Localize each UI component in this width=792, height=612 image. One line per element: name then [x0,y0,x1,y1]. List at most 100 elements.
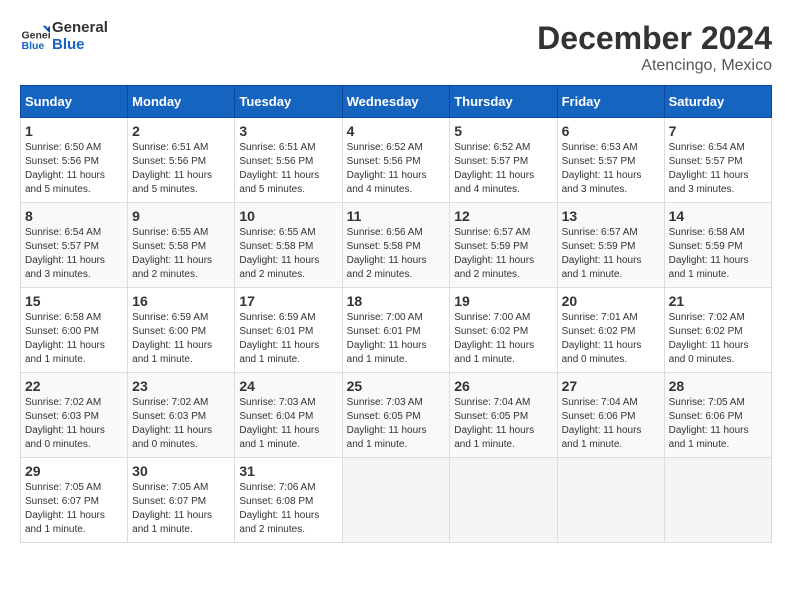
logo: General Blue General Blue [20,20,108,53]
table-row: 21 Sunrise: 7:02 AM Sunset: 6:02 PM Dayli… [664,288,771,373]
table-row: 4Sunrise: 6:52 AM Sunset: 5:56 PM Daylig… [342,118,450,203]
table-row: 11Sunrise: 6:56 AM Sunset: 5:58 PM Dayli… [342,203,450,288]
day-number: 25 [347,378,446,394]
table-row: 31Sunrise: 7:06 AM Sunset: 6:08 PM Dayli… [235,458,342,543]
day-number: 1 [25,123,123,139]
day-number: 16 [132,293,230,309]
day-info: Sunrise: 6:58 AM Sunset: 5:59 PM Dayligh… [669,226,767,282]
day-info: Sunrise: 6:54 AM Sunset: 5:57 PM Dayligh… [25,226,123,282]
table-row: 29 Sunrise: 7:05 AM Sunset: 6:07 PM Dayli… [21,458,128,543]
day-info: Sunrise: 6:50 AM Sunset: 5:56 PM Dayligh… [25,141,123,197]
day-number: 27 [562,378,660,394]
col-friday: Friday [557,86,664,118]
day-info: Sunrise: 6:57 AM Sunset: 5:59 PM Dayligh… [562,226,660,282]
table-row: 1 Sunrise: 6:50 AM Sunset: 5:56 PM Daylig… [21,118,128,203]
table-row: 16 Sunrise: 6:59 AM Sunset: 6:00 PM Dayli… [128,288,235,373]
table-row: 10 Sunrise: 6:55 AM Sunset: 5:58 PM Dayli… [235,203,342,288]
day-number: 3 [239,123,337,139]
day-number: 12 [454,208,552,224]
day-number: 10 [239,208,337,224]
day-number: 2 [132,123,230,139]
day-info: Sunrise: 7:02 AM Sunset: 6:03 PM Dayligh… [132,396,230,452]
table-row: 18Sunrise: 7:00 AM Sunset: 6:01 PM Dayli… [342,288,450,373]
table-row: 19 Sunrise: 7:00 AM Sunset: 6:02 PM Dayli… [450,288,557,373]
day-info: Sunrise: 7:04 AM Sunset: 6:05 PM Dayligh… [454,396,552,452]
day-number: 23 [132,378,230,394]
table-row: 14 Sunrise: 6:58 AM Sunset: 5:59 PM Dayli… [664,203,771,288]
col-saturday: Saturday [664,86,771,118]
day-number: 13 [562,208,660,224]
table-row: 17 Sunrise: 6:59 AM Sunset: 6:01 PM Dayli… [235,288,342,373]
table-row: 7Sunrise: 6:54 AM Sunset: 5:57 PM Daylig… [664,118,771,203]
table-row: 9 Sunrise: 6:55 AM Sunset: 5:58 PM Daylig… [128,203,235,288]
day-info: Sunrise: 6:53 AM Sunset: 5:57 PM Dayligh… [562,141,660,197]
day-number: 9 [132,208,230,224]
table-row: 3 Sunrise: 6:51 AM Sunset: 5:56 PM Daylig… [235,118,342,203]
day-info: Sunrise: 6:56 AM Sunset: 5:58 PM Dayligh… [347,226,446,282]
day-info: Sunrise: 6:52 AM Sunset: 5:57 PM Dayligh… [454,141,552,197]
table-row: 23 Sunrise: 7:02 AM Sunset: 6:03 PM Dayli… [128,373,235,458]
day-info: Sunrise: 7:00 AM Sunset: 6:02 PM Dayligh… [454,311,552,367]
calendar: Sunday Monday Tuesday Wednesday Thursday… [20,85,772,543]
day-info: Sunrise: 6:51 AM Sunset: 5:56 PM Dayligh… [132,141,230,197]
day-number: 30 [132,463,230,479]
day-number: 24 [239,378,337,394]
month-title: December 2024 [537,20,772,57]
location-title: Atencingo, Mexico [537,57,772,75]
col-wednesday: Wednesday [342,86,450,118]
calendar-week-row: 15 Sunrise: 6:58 AM Sunset: 6:00 PM Dayli… [21,288,772,373]
day-info: Sunrise: 6:59 AM Sunset: 6:01 PM Dayligh… [239,311,337,367]
day-info: Sunrise: 7:04 AM Sunset: 6:06 PM Dayligh… [562,396,660,452]
table-row: 26 Sunrise: 7:04 AM Sunset: 6:05 PM Dayli… [450,373,557,458]
table-row: 6 Sunrise: 6:53 AM Sunset: 5:57 PM Daylig… [557,118,664,203]
day-info: Sunrise: 7:02 AM Sunset: 6:03 PM Dayligh… [25,396,123,452]
table-row: 27 Sunrise: 7:04 AM Sunset: 6:06 PM Dayli… [557,373,664,458]
day-number: 15 [25,293,123,309]
day-info: Sunrise: 6:57 AM Sunset: 5:59 PM Dayligh… [454,226,552,282]
day-info: Sunrise: 6:52 AM Sunset: 5:56 PM Dayligh… [347,141,446,197]
day-number: 21 [669,293,767,309]
calendar-week-row: 29 Sunrise: 7:05 AM Sunset: 6:07 PM Dayli… [21,458,772,543]
day-number: 17 [239,293,337,309]
col-tuesday: Tuesday [235,86,342,118]
logo-icon: General Blue [20,22,50,52]
table-row: 13 Sunrise: 6:57 AM Sunset: 5:59 PM Dayli… [557,203,664,288]
table-row [664,458,771,543]
title-area: December 2024 Atencingo, Mexico [537,20,772,75]
day-info: Sunrise: 7:05 AM Sunset: 6:06 PM Dayligh… [669,396,767,452]
col-sunday: Sunday [21,86,128,118]
table-row: 22 Sunrise: 7:02 AM Sunset: 6:03 PM Dayli… [21,373,128,458]
table-row: 2 Sunrise: 6:51 AM Sunset: 5:56 PM Daylig… [128,118,235,203]
logo-blue-text: Blue [52,37,108,54]
day-number: 18 [347,293,446,309]
day-info: Sunrise: 7:02 AM Sunset: 6:02 PM Dayligh… [669,311,767,367]
table-row: 28 Sunrise: 7:05 AM Sunset: 6:06 PM Dayli… [664,373,771,458]
day-info: Sunrise: 7:01 AM Sunset: 6:02 PM Dayligh… [562,311,660,367]
day-number: 14 [669,208,767,224]
col-thursday: Thursday [450,86,557,118]
table-row [342,458,450,543]
day-info: Sunrise: 6:59 AM Sunset: 6:00 PM Dayligh… [132,311,230,367]
day-number: 26 [454,378,552,394]
day-info: Sunrise: 6:51 AM Sunset: 5:56 PM Dayligh… [239,141,337,197]
calendar-week-row: 1 Sunrise: 6:50 AM Sunset: 5:56 PM Daylig… [21,118,772,203]
day-number: 7 [669,123,767,139]
day-number: 28 [669,378,767,394]
day-number: 20 [562,293,660,309]
day-info: Sunrise: 7:05 AM Sunset: 6:07 PM Dayligh… [132,481,230,537]
day-number: 22 [25,378,123,394]
day-info: Sunrise: 6:55 AM Sunset: 5:58 PM Dayligh… [132,226,230,282]
day-info: Sunrise: 6:55 AM Sunset: 5:58 PM Dayligh… [239,226,337,282]
day-number: 6 [562,123,660,139]
day-info: Sunrise: 6:58 AM Sunset: 6:00 PM Dayligh… [25,311,123,367]
day-info: Sunrise: 7:05 AM Sunset: 6:07 PM Dayligh… [25,481,123,537]
day-info: Sunrise: 7:03 AM Sunset: 6:04 PM Dayligh… [239,396,337,452]
day-number: 19 [454,293,552,309]
day-number: 5 [454,123,552,139]
calendar-week-row: 22 Sunrise: 7:02 AM Sunset: 6:03 PM Dayli… [21,373,772,458]
table-row: 15 Sunrise: 6:58 AM Sunset: 6:00 PM Dayli… [21,288,128,373]
day-number: 29 [25,463,123,479]
table-row: 24 Sunrise: 7:03 AM Sunset: 6:04 PM Dayli… [235,373,342,458]
table-row: 8Sunrise: 6:54 AM Sunset: 5:57 PM Daylig… [21,203,128,288]
calendar-header-row: Sunday Monday Tuesday Wednesday Thursday… [21,86,772,118]
